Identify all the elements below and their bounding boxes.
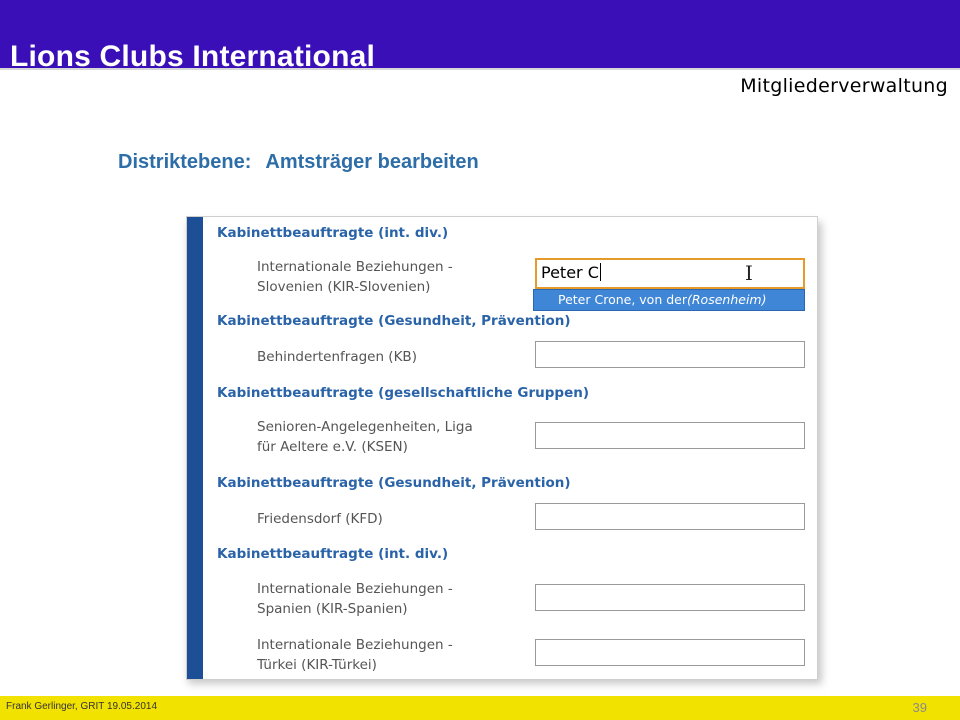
- officer-name-input-ksen[interactable]: [535, 422, 805, 449]
- field-label: Internationale Beziehungen - Türkei (KIR…: [257, 637, 453, 673]
- footer-bar: Frank Gerlinger, GRIT 19.05.2014 39: [0, 696, 960, 720]
- field-label: Friedensdorf (KFD): [257, 511, 383, 527]
- field-label: Behindertenfragen (KB): [257, 349, 417, 365]
- heading-level: Distriktebene:: [118, 151, 252, 173]
- group-title: Kabinettbeauftragte (int. div.): [217, 225, 449, 241]
- page-number: 39: [912, 700, 927, 715]
- officer-name-input-kir-spanien[interactable]: [535, 584, 805, 611]
- footer-author: Frank Gerlinger, GRIT 19.05.2014: [6, 701, 158, 712]
- ibeam-cursor-icon: I: [745, 261, 753, 285]
- app-title: Lions Clubs International: [10, 40, 376, 73]
- autocomplete-suggestion[interactable]: Peter Crone, von der(Rosenheim): [533, 289, 805, 311]
- section-title: Mitgliederverwaltung: [740, 75, 948, 97]
- panel-accent-bar: [187, 217, 203, 679]
- text-caret: [599, 263, 601, 281]
- officer-form-panel: Kabinettbeauftragte (int. div.) Internat…: [186, 216, 818, 680]
- officer-name-input-kb[interactable]: [535, 341, 805, 368]
- field-label: Senioren-Angelegenheiten, Liga für Aelte…: [257, 419, 473, 455]
- officer-name-input-kfd[interactable]: [535, 503, 805, 530]
- officer-name-input-kir-tuerkei[interactable]: [535, 639, 805, 666]
- field-label: Internationale Beziehungen - Slovenien (…: [257, 259, 453, 295]
- group-title: Kabinettbeauftragte (gesellschaftliche G…: [217, 385, 590, 401]
- heading-action: Amtsträger bearbeiten: [265, 151, 479, 173]
- group-title: Kabinettbeauftragte (Gesundheit, Prävent…: [217, 313, 571, 329]
- group-title: Kabinettbeauftragte (Gesundheit, Prävent…: [217, 475, 571, 491]
- slide-heading: Distriktebene: Amtsträger bearbeiten: [118, 151, 479, 174]
- field-label: Internationale Beziehungen - Spanien (KI…: [257, 581, 453, 617]
- group-title: Kabinettbeauftragte (int. div.): [217, 546, 449, 562]
- officer-name-input-kir-slovenien[interactable]: Peter C I: [535, 258, 805, 289]
